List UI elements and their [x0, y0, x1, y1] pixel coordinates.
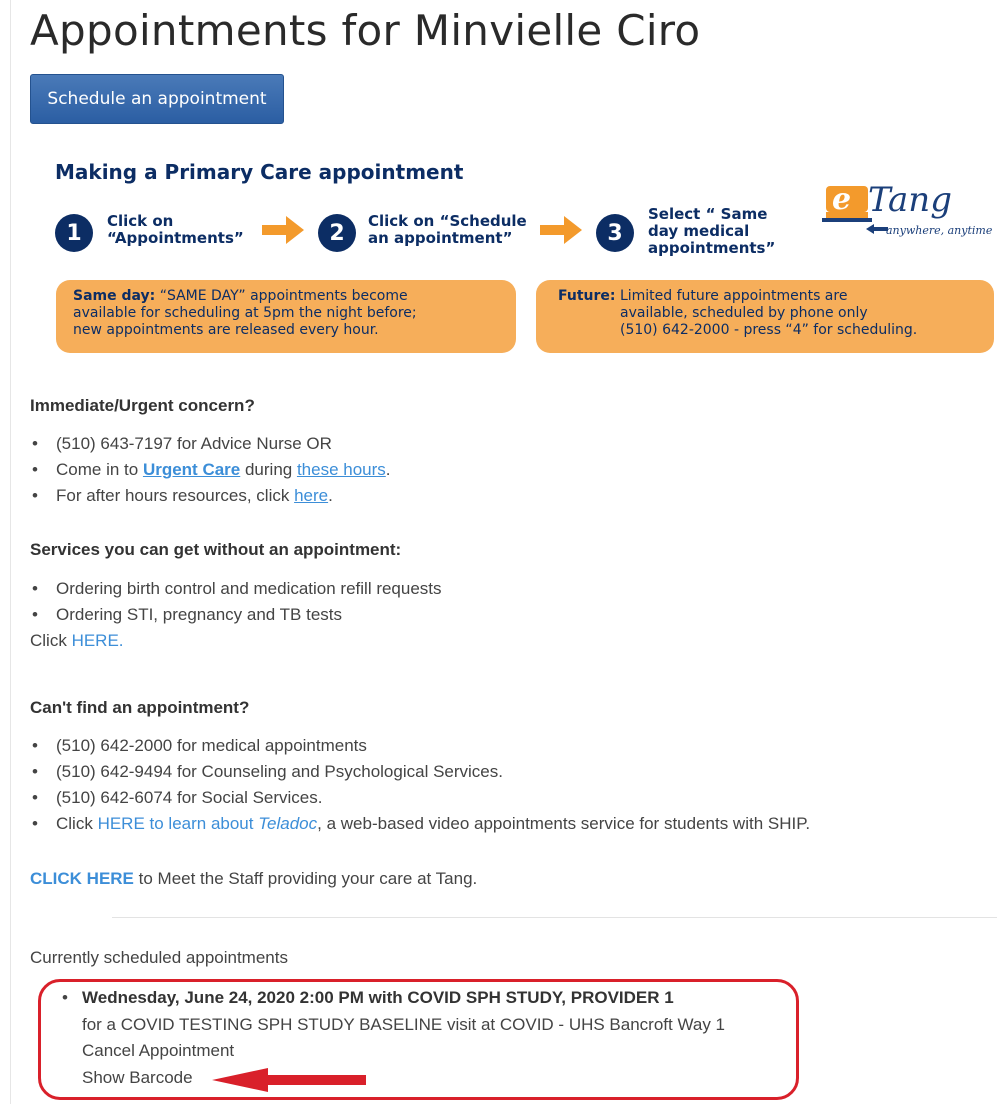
- step-3-text: Select “ Same day medical appointments”: [648, 205, 776, 257]
- appointment-details: for a COVID TESTING SPH STUDY BASELINE v…: [82, 1015, 726, 1034]
- etang-logo: e Tang anywhere, anytime: [822, 180, 994, 242]
- left-border: [10, 0, 11, 1104]
- list-item: (510) 643-7197 for Advice Nurse OR: [30, 431, 391, 457]
- page-title: Appointments for Minvielle Ciro: [30, 6, 701, 55]
- appointment-bullet: •: [62, 988, 68, 1007]
- step-1-text: Click on “Appointments”: [107, 212, 244, 247]
- services-title: Services you can get without an appointm…: [30, 540, 402, 559]
- list-item: (510) 642-6074 for Social Services.: [30, 785, 810, 811]
- etang-logo-e: e: [832, 182, 851, 217]
- future-note: Future: Limited future appointments are …: [536, 280, 994, 353]
- appointment-when: Wednesday, June 24, 2020 2:00 PM with CO…: [82, 988, 674, 1007]
- future-line3: (510) 642-2000 - press “4” for schedulin…: [620, 322, 918, 338]
- same-day-label: Same day:: [73, 288, 156, 304]
- list-item: (510) 642-9494 for Counseling and Psycho…: [30, 759, 810, 785]
- teladoc-link-text: HERE to learn about: [97, 814, 259, 833]
- list-text: , a web-based video appointments service…: [317, 814, 811, 833]
- schedule-appointment-button[interactable]: Schedule an appointment: [30, 74, 284, 124]
- same-day-line3: new appointments are released every hour…: [73, 322, 379, 338]
- scheduled-title: Currently scheduled appointments: [30, 948, 288, 967]
- services-here-link[interactable]: HERE.: [72, 631, 124, 650]
- same-day-line1: “SAME DAY” appointments become: [155, 288, 408, 304]
- meet-staff-text: to Meet the Staff providing your care at…: [133, 869, 478, 888]
- teladoc-link-italic: Teladoc: [258, 814, 318, 833]
- arrow-right-icon: [540, 216, 582, 244]
- cancel-appointment-link[interactable]: Cancel Appointment: [82, 1041, 234, 1061]
- meet-staff-line: CLICK HERE to Meet the Staff providing y…: [30, 869, 477, 889]
- etang-logo-mark: e: [822, 182, 872, 222]
- teladoc-link[interactable]: HERE to learn about Teladoc: [98, 814, 318, 833]
- after-hours-here-link[interactable]: here: [294, 486, 328, 505]
- future-line1: Limited future appointments are: [615, 288, 848, 304]
- urgent-care-link[interactable]: Urgent Care: [143, 460, 240, 479]
- future-label: Future:: [558, 288, 616, 304]
- step-3-badge: 3: [596, 214, 634, 252]
- cant-find-list: (510) 642-2000 for medical appointments …: [30, 733, 810, 837]
- logo-arrow-icon: [866, 224, 888, 234]
- step-1-badge: 1: [55, 214, 93, 252]
- services-list: Ordering birth control and medication re…: [30, 576, 442, 628]
- divider: [112, 917, 997, 918]
- services-click-line: Click HERE.: [30, 631, 124, 651]
- cant-find-title: Can't find an appointment?: [30, 698, 250, 717]
- list-text: Click: [30, 631, 72, 650]
- same-day-note: Same day: “SAME DAY” appointments become…: [56, 280, 516, 353]
- same-day-line2: available for scheduling at 5pm the nigh…: [73, 305, 417, 321]
- list-item: For after hours resources, click here.: [30, 483, 391, 509]
- etang-logo-name: Tang: [868, 180, 952, 220]
- banner-title: Making a Primary Care appointment: [55, 160, 464, 184]
- list-text: .: [385, 460, 391, 479]
- show-barcode-link[interactable]: Show Barcode: [82, 1068, 193, 1088]
- list-item: Ordering STI, pregnancy and TB tests: [30, 602, 442, 628]
- meet-staff-link[interactable]: CLICK HERE: [30, 869, 134, 888]
- step-2-text: Click on “Schedule an appointment”: [368, 212, 527, 247]
- list-text: Come in to: [56, 460, 143, 479]
- red-arrow-icon: [212, 1068, 366, 1092]
- list-text: For after hours resources, click: [56, 486, 295, 505]
- list-item: (510) 642-2000 for medical appointments: [30, 733, 810, 759]
- list-item: Click HERE to learn about Teladoc, a web…: [30, 811, 810, 837]
- these-hours-link[interactable]: these hours: [297, 460, 386, 479]
- list-text: .: [328, 486, 333, 505]
- list-text: during: [240, 460, 297, 479]
- urgent-list: (510) 643-7197 for Advice Nurse OR Come …: [30, 431, 391, 509]
- list-item: Come in to Urgent Care during these hour…: [30, 457, 391, 483]
- future-line2: available, scheduled by phone only: [620, 305, 868, 321]
- etang-tagline: anywhere, anytime: [886, 224, 993, 237]
- list-text: Click: [56, 814, 98, 833]
- advice-nurse-text: (510) 643-7197 for Advice Nurse OR: [56, 434, 332, 453]
- arrow-right-icon: [262, 216, 304, 244]
- list-item: Ordering birth control and medication re…: [30, 576, 442, 602]
- urgent-title: Immediate/Urgent concern?: [30, 396, 255, 415]
- step-2-badge: 2: [318, 214, 356, 252]
